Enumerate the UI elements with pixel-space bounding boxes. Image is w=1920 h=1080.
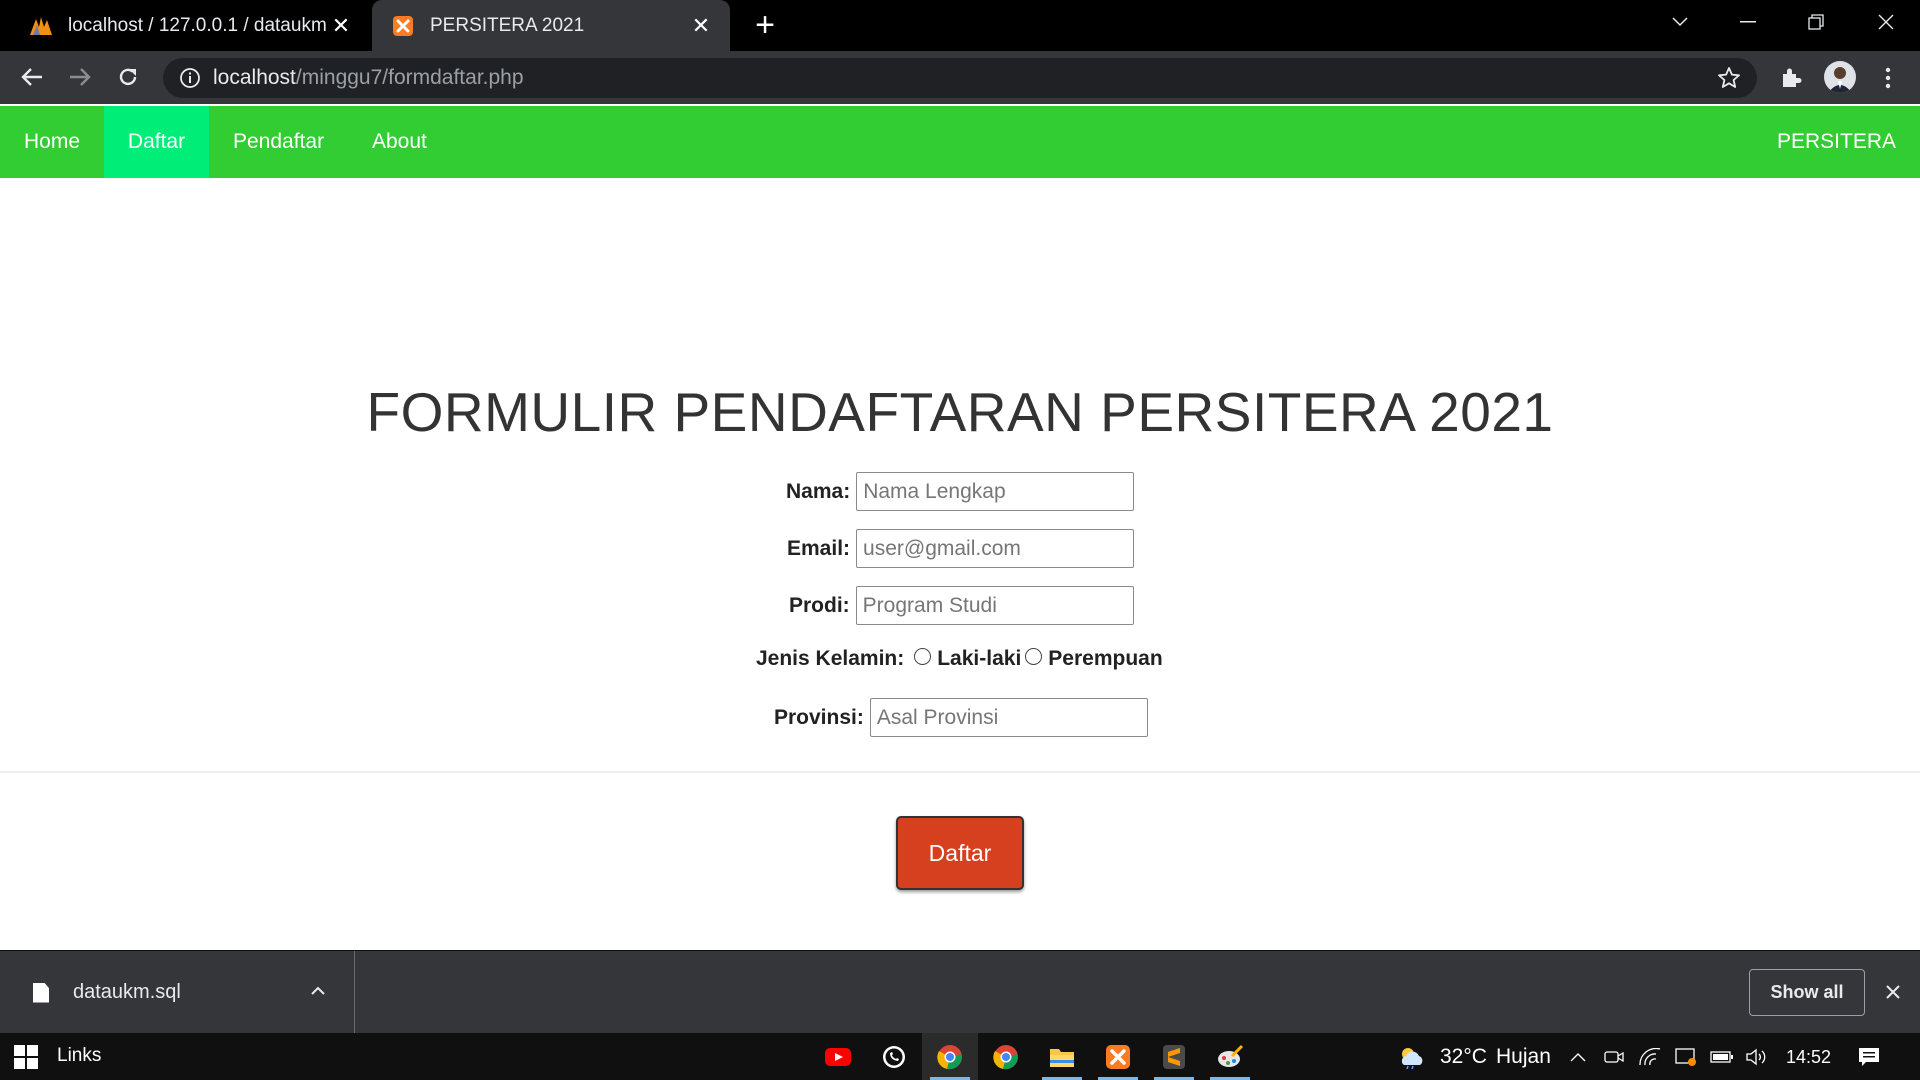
windows-taskbar: Links 32°C Hujan 14:52 (0, 1033, 1920, 1080)
browser-toolbar: localhost/minggu7/formdaftar.php (0, 51, 1920, 104)
weather-condition[interactable]: Hujan (1496, 1045, 1551, 1069)
close-tab-icon[interactable]: ✕ (326, 11, 356, 41)
tab-phpmyadmin[interactable]: localhost / 127.0.0.1 / dataukm | ✕ (0, 0, 370, 51)
tab-title: PERSITERA 2021 (430, 14, 585, 36)
show-all-button[interactable]: Show all (1749, 969, 1865, 1016)
plus-icon[interactable]: + (748, 8, 782, 42)
radio-laki-laki-label: Laki-laki (937, 647, 1022, 670)
info-icon[interactable] (179, 67, 201, 89)
reload-icon[interactable] (110, 59, 146, 95)
close-window-icon[interactable] (1856, 0, 1916, 44)
tab-title: localhost / 127.0.0.1 / dataukm | (68, 14, 326, 36)
nav-brand[interactable]: PERSITERA (1753, 106, 1920, 178)
nama-row: Nama: (786, 472, 1135, 511)
wifi-icon[interactable] (1638, 1045, 1662, 1069)
email-input[interactable] (856, 529, 1135, 568)
nav-home[interactable]: Home (0, 106, 104, 178)
chrome-secondary-icon[interactable] (978, 1033, 1034, 1080)
email-label: Email: (787, 536, 851, 560)
sublime-text-icon[interactable] (1146, 1033, 1202, 1080)
youtube-icon[interactable] (810, 1033, 866, 1080)
minimize-icon[interactable] (1718, 0, 1778, 44)
meet-now-icon[interactable] (1602, 1045, 1626, 1069)
volume-icon[interactable] (1744, 1045, 1768, 1069)
provinsi-row: Provinsi: (774, 698, 1148, 737)
whatsapp-icon[interactable] (866, 1033, 922, 1080)
close-icon[interactable] (1880, 979, 1906, 1005)
extensions-puzzle-icon[interactable] (1776, 63, 1806, 93)
radio-perempuan-label: Perempuan (1048, 647, 1163, 670)
tab-persitera[interactable]: PERSITERA 2021 ✕ (372, 0, 730, 51)
url-text[interactable]: localhost/minggu7/formdaftar.php (213, 66, 524, 90)
gender-label: Jenis Kelamin: (756, 647, 905, 670)
nama-input[interactable] (856, 472, 1135, 511)
nav-daftar[interactable]: Daftar (104, 106, 209, 178)
kebab-menu-icon[interactable] (1873, 63, 1903, 93)
notifications-icon[interactable] (1857, 1045, 1881, 1069)
tab-strip: localhost / 127.0.0.1 / dataukm | ✕ PERS… (0, 0, 1920, 51)
weather-temperature[interactable]: 32°C (1440, 1045, 1487, 1069)
address-bar[interactable]: localhost/minggu7/formdaftar.php (163, 58, 1757, 98)
page-content: Home Daftar Pendaftar About PERSITERA FO… (0, 104, 1920, 950)
file-icon (33, 982, 49, 1003)
divider (0, 771, 1920, 773)
radio-perempuan[interactable] (1025, 647, 1043, 665)
top-navbar: Home Daftar Pendaftar About PERSITERA (0, 106, 1920, 178)
xampp-icon (390, 15, 416, 37)
weather-cloud-rain-icon[interactable] (1396, 1045, 1426, 1069)
download-bar: dataukm.sql Show all (0, 950, 1920, 1034)
close-tab-icon[interactable]: ✕ (686, 11, 716, 41)
prodi-label: Prodi: (789, 593, 850, 617)
battery-icon[interactable] (1710, 1045, 1734, 1069)
bookmark-star-icon[interactable] (1717, 66, 1741, 90)
chevron-up-icon[interactable] (1566, 1045, 1590, 1069)
nama-label: Nama: (786, 479, 851, 503)
windows-start-icon[interactable] (14, 1045, 38, 1069)
back-arrow-icon[interactable] (14, 59, 50, 95)
gender-row: Jenis Kelamin: Laki-laki Perempuan (756, 647, 1163, 671)
clock[interactable]: 14:52 (1786, 1047, 1831, 1068)
nav-pendaftar[interactable]: Pendaftar (209, 106, 348, 178)
restore-icon[interactable] (1786, 0, 1846, 44)
xampp-icon[interactable] (1090, 1033, 1146, 1080)
radio-laki-laki[interactable] (914, 647, 932, 665)
prodi-input[interactable] (855, 586, 1134, 625)
provinsi-label: Provinsi: (774, 705, 864, 729)
chevron-down-icon[interactable] (1650, 0, 1710, 44)
forward-arrow-icon[interactable] (62, 59, 98, 95)
email-row: Email: (787, 529, 1135, 568)
nav-about[interactable]: About (348, 106, 451, 178)
links-toolbar[interactable]: Links (57, 1045, 101, 1067)
chevron-up-icon[interactable] (308, 981, 328, 1001)
download-item[interactable]: dataukm.sql (0, 951, 355, 1034)
paint-icon[interactable] (1202, 1033, 1258, 1080)
profile-avatar[interactable] (1824, 61, 1856, 93)
chrome-icon[interactable] (922, 1033, 978, 1080)
download-file-name: dataukm.sql (73, 981, 181, 1003)
daftar-submit-button[interactable]: Daftar (896, 816, 1024, 890)
prodi-row: Prodi: (789, 586, 1134, 625)
page-title: FORMULIR PENDAFTARAN PERSITERA 2021 (366, 381, 1554, 443)
phpmyadmin-icon (28, 15, 54, 37)
file-explorer-icon[interactable] (1034, 1033, 1090, 1080)
update-icon[interactable] (1674, 1045, 1698, 1069)
provinsi-input[interactable] (869, 698, 1148, 737)
